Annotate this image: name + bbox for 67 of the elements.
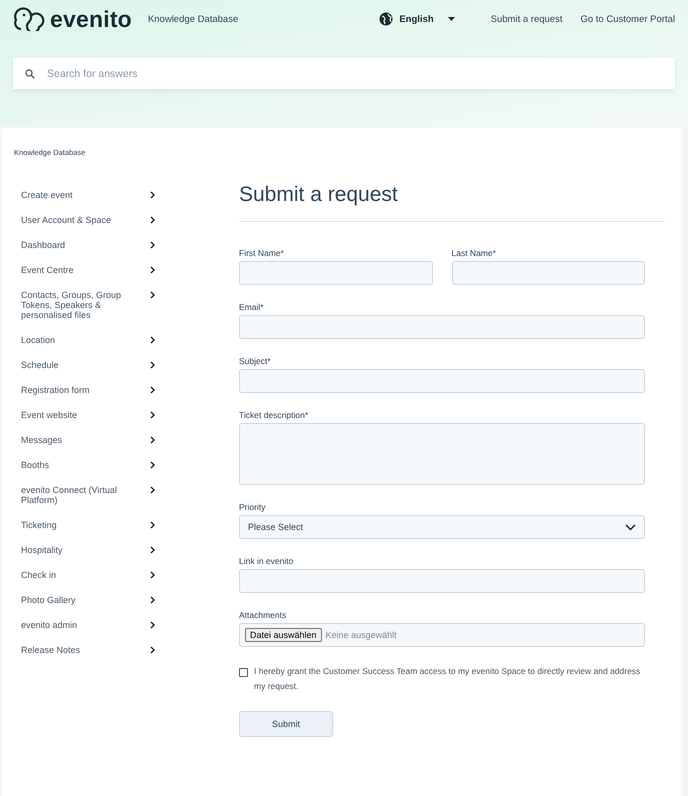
sidebar-item[interactable]: Hospitality <box>21 545 161 570</box>
input-field[interactable] <box>239 369 645 393</box>
input-field[interactable] <box>239 261 432 285</box>
globe-icon <box>379 12 394 26</box>
search-bar[interactable]: Search for answers <box>13 58 675 89</box>
sidebar-item[interactable]: Messages <box>21 435 161 460</box>
header-link[interactable]: Submit a request <box>490 14 562 24</box>
knowledge-database-link[interactable]: Knowledge Database <box>148 14 238 24</box>
sidebar-item[interactable]: Event Centre <box>21 265 161 290</box>
file-status: Keine ausgewählt <box>326 630 397 640</box>
chevron-right-icon[interactable] <box>150 386 155 394</box>
consent-text: I hereby grant the Customer Success Team access to my evenito Space to directly review and address my request. <box>254 665 642 693</box>
sidebar-item[interactable]: Location <box>21 335 161 360</box>
field-label: Link in evenito <box>239 556 294 566</box>
sidebar-item[interactable]: Ticketing <box>21 520 161 545</box>
chevron-right-icon[interactable] <box>150 361 155 369</box>
sidebar-item[interactable]: Photo Gallery <box>21 595 161 620</box>
chevron-right-icon[interactable] <box>150 336 155 344</box>
sidebar-item[interactable]: evenito Connect (Virtual Platform) <box>21 485 161 520</box>
field-label: Email* <box>239 302 265 312</box>
sidebar-item[interactable]: Dashboard <box>21 240 161 265</box>
chevron-right-icon[interactable] <box>150 486 155 494</box>
chevron-right-icon[interactable] <box>150 411 155 419</box>
chevron-right-icon[interactable] <box>150 646 155 654</box>
field-label: Last Name* <box>452 248 497 258</box>
chevron-right-icon[interactable] <box>150 546 155 554</box>
chevron-right-icon[interactable] <box>150 241 155 249</box>
search-field[interactable]: Search for answers <box>45 66 663 80</box>
chevron-right-icon[interactable] <box>150 596 155 604</box>
search-icon <box>25 68 35 78</box>
sidebar-item[interactable]: User Account & Space <box>21 215 161 240</box>
chevron-right-icon[interactable] <box>150 621 155 629</box>
logo-text: evenito <box>50 6 132 32</box>
sidebar-item[interactable]: evenito admin <box>21 620 161 645</box>
field-label: Subject* <box>239 356 272 366</box>
sidebar-item[interactable]: Schedule <box>21 360 161 385</box>
sidebar-item[interactable]: Contacts, Groups, Group Tokens, Speakers & personalised files <box>21 290 161 335</box>
input-field[interactable] <box>452 261 645 285</box>
submit-button[interactable]: Submit <box>239 711 333 737</box>
choose-file-button[interactable]: Datei auswählen <box>245 628 322 642</box>
sidebar-item[interactable]: Release Notes <box>21 645 161 670</box>
chevron-right-icon[interactable] <box>150 291 155 299</box>
chevron-right-icon[interactable] <box>150 436 155 444</box>
priority-dropdown[interactable]: Please Select <box>239 515 645 539</box>
sidebar-item[interactable]: Check in <box>21 570 161 595</box>
input-field[interactable] <box>239 569 645 593</box>
sidebar-item[interactable]: Registration form <box>21 385 161 410</box>
chevron-right-icon[interactable] <box>150 571 155 579</box>
sidebar-item[interactable]: Booths <box>21 460 161 485</box>
chevron-right-icon[interactable] <box>150 521 155 529</box>
language-selector[interactable]: English <box>399 14 434 24</box>
consent-checkbox[interactable] <box>239 668 248 677</box>
field-label: Priority <box>239 502 266 512</box>
chevron-right-icon[interactable] <box>150 266 155 274</box>
page-title: Submit a request <box>239 182 399 208</box>
input-field[interactable] <box>239 315 645 339</box>
header-link[interactable]: Go to Customer Portal <box>580 14 675 24</box>
chevron-right-icon[interactable] <box>150 191 155 199</box>
field-label: Attachments <box>239 610 288 620</box>
caret-icon[interactable] <box>448 17 455 21</box>
sidebar-item[interactable]: Event website <box>21 410 161 435</box>
chevron-right-icon[interactable] <box>150 216 155 224</box>
field-label: Ticket description* <box>239 410 310 420</box>
chevron-right-icon[interactable] <box>150 461 155 469</box>
sidebar-item[interactable]: Create event <box>21 190 161 215</box>
field-label: First Name* <box>239 248 285 258</box>
chevron-down-icon[interactable] <box>625 524 636 530</box>
